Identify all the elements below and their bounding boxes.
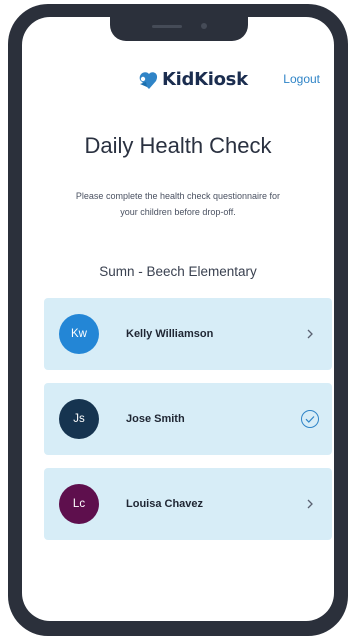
chevron-right-icon[interactable]: [302, 326, 318, 342]
child-card-jose-smith[interactable]: Js Jose Smith: [44, 383, 332, 455]
logo-text: KidKiosk: [162, 69, 248, 90]
kidkiosk-logo: KidKiosk: [134, 69, 248, 90]
subtitle-line-2: your children before drop-off.: [120, 207, 236, 217]
phone-notch: [110, 17, 248, 41]
subtitle-line-1: Please complete the health check questio…: [75, 191, 281, 201]
avatar: Js: [59, 399, 99, 439]
child-card-louisa-chavez[interactable]: Lc Louisa Chavez: [44, 468, 332, 540]
app-header: KidKiosk Logout: [22, 65, 334, 95]
school-name: Sumn - Beech Elementary: [99, 264, 257, 279]
chevron-right-icon[interactable]: [302, 496, 318, 512]
page-title: Daily Health Check: [84, 133, 272, 158]
page-subtitle: Please complete the health check questio…: [32, 188, 324, 220]
avatar-initials: Kw: [71, 328, 87, 340]
child-card-kelly-williamson[interactable]: Kw Kelly Williamson: [44, 298, 332, 370]
child-name: Jose Smith: [126, 413, 185, 425]
avatar: Kw: [59, 314, 99, 354]
avatar: Lc: [59, 484, 99, 524]
child-name: Louisa Chavez: [126, 498, 204, 510]
speaker-grille: [152, 25, 182, 28]
phone-frame: KidKiosk Logout Daily Health Check Pleas…: [8, 4, 348, 636]
kidkiosk-logo-icon: [139, 71, 158, 89]
avatar-initials: Lc: [72, 498, 86, 510]
front-camera: [201, 23, 207, 29]
check-circle-icon: [301, 410, 319, 428]
logout-link[interactable]: Logout: [283, 72, 320, 86]
avatar-initials: Js: [73, 413, 85, 425]
phone-screen: KidKiosk Logout Daily Health Check Pleas…: [22, 17, 334, 621]
child-name: Kelly Williamson: [126, 328, 214, 340]
